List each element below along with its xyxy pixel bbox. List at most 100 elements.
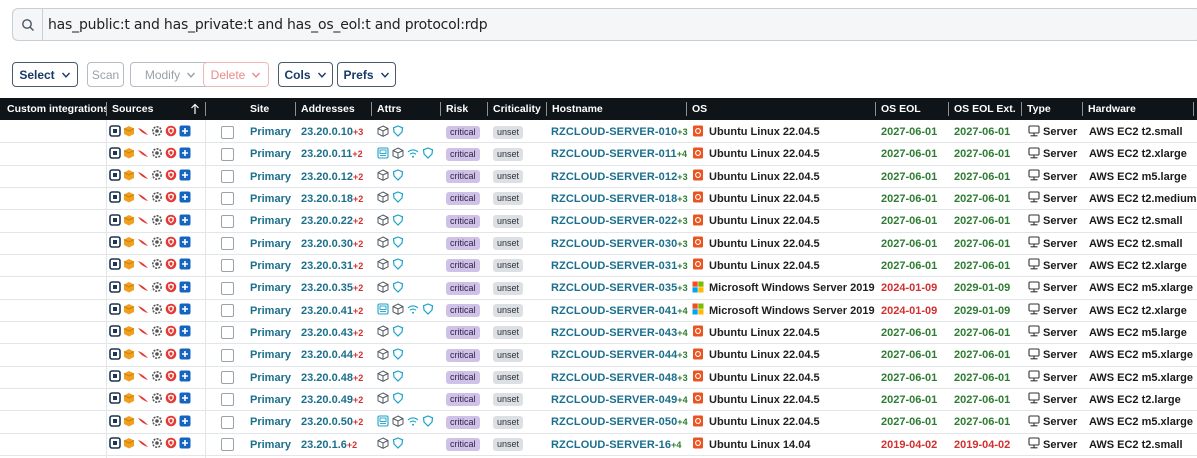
address-link[interactable]: 23.20.0.44 +2 [301,344,363,366]
address-link[interactable]: 23.20.0.12 +2 [301,166,363,188]
row-checkbox[interactable] [221,411,234,433]
table-row[interactable]: Primary 23.20.0.22 +2 critical unset RZCL… [0,210,1197,233]
address-link[interactable]: 23.20.0.43 +2 [301,322,363,344]
row-checkbox[interactable] [221,233,234,255]
hostname-link[interactable]: RZCLOUD-SERVER-049 +4 [551,389,688,411]
modify-button[interactable]: Modify [130,62,211,87]
sort-up-icon[interactable] [190,103,200,115]
address-link[interactable]: 23.20.0.41 +2 [301,300,363,322]
address-link[interactable]: 23.20.0.31 +2 [301,255,363,277]
table-row[interactable]: Primary 23.20.0.10 +3 critical unset RZCL… [0,121,1197,144]
delete-button[interactable]: Delete [203,62,269,87]
scan-button[interactable]: Scan [87,62,124,87]
site-link[interactable]: Primary [250,255,291,277]
hostname-link[interactable]: RZCLOUD-SERVER-035 +3 [551,277,688,299]
col-type[interactable]: Type [1022,98,1082,120]
address-link[interactable]: 23.20.0.35 +2 [301,277,363,299]
hostname-link[interactable]: RZCLOUD-SERVER-050 +4 [551,411,688,433]
site-link[interactable]: Primary [250,210,291,232]
hostname-link[interactable]: RZCLOUD-SERVER-16 +4 [551,434,682,456]
row-checkbox[interactable] [221,121,234,143]
hostname-link[interactable]: RZCLOUD-SERVER-011 +4 [551,143,687,165]
table-row[interactable]: Primary 23.20.0.31 +2 critical unset RZCL… [0,255,1197,278]
table-row[interactable]: Primary 23.20.0.18 +2 critical unset RZCL… [0,188,1197,211]
hostname-link[interactable]: RZCLOUD-SERVER-048 +3 [551,367,688,389]
row-checkbox[interactable] [221,434,234,456]
address-link[interactable]: 23.20.0.11 +2 [301,143,363,165]
cols-button[interactable]: Cols [278,62,333,87]
site-link[interactable]: Primary [250,166,291,188]
address-more-count: +2 [353,260,364,271]
table-row[interactable]: Primary 23.20.0.43 +2 critical unset RZCL… [0,322,1197,345]
table-row[interactable]: Primary 23.20.0.12 +2 critical unset RZCL… [0,166,1197,188]
site-link[interactable]: Primary [250,389,291,411]
site-link[interactable]: Primary [250,322,291,344]
col-hardware[interactable]: Hardware [1083,98,1193,120]
site-link[interactable]: Primary [250,300,291,322]
row-checkbox[interactable] [221,300,234,322]
hostname-link[interactable]: RZCLOUD-SERVER-022 +3 [551,210,688,232]
site-link[interactable]: Primary [250,277,291,299]
search-icon[interactable] [13,9,43,40]
hostname-link[interactable]: RZCLOUD-SERVER-041 +4 [551,300,688,322]
site-link[interactable]: Primary [250,434,291,456]
col-attrs[interactable]: Attrs [372,98,438,120]
col-os[interactable]: OS [687,98,875,120]
row-checkbox[interactable] [221,322,234,344]
hostname-link[interactable]: RZCLOUD-SERVER-010 +3 [551,121,688,143]
search-bar[interactable]: has_public:t and has_private:t and has_o… [12,8,1197,41]
table-row[interactable]: Primary 23.20.0.41 +2 critical unset RZCL… [0,300,1197,322]
col-custom-integrations[interactable]: Custom integrations [2,98,106,120]
row-checkbox[interactable] [221,166,234,188]
col-os-eol[interactable]: OS EOL [876,98,948,120]
col-sources[interactable]: Sources [107,98,192,120]
prefs-button[interactable]: Prefs [337,62,396,87]
hostname-link[interactable]: RZCLOUD-SERVER-031 +3 [551,255,688,277]
search-input[interactable]: has_public:t and has_private:t and has_o… [43,17,488,33]
address-link[interactable]: 23.20.0.18 +2 [301,188,363,210]
row-checkbox[interactable] [221,367,234,389]
table-row[interactable]: Primary 23.20.0.44 +2 critical unset RZCL… [0,344,1197,367]
aws-box-icon [123,348,135,363]
table-row[interactable]: Primary 23.20.0.50 +2 critical unset RZCL… [0,411,1197,434]
address-link[interactable]: 23.20.0.30 +2 [301,233,363,255]
table-row[interactable]: Primary 23.20.1.6 +2 critical unset RZCLO… [0,434,1197,456]
site-link[interactable]: Primary [250,367,291,389]
site-link[interactable]: Primary [250,188,291,210]
address-link[interactable]: 23.20.1.6 +2 [301,434,357,456]
address-link[interactable]: 23.20.0.10 +3 [301,121,363,143]
address-link[interactable]: 23.20.0.22 +2 [301,210,363,232]
select-button[interactable]: Select [12,62,78,87]
hostname-link[interactable]: RZCLOUD-SERVER-044 +3 [551,344,688,366]
hostname-link[interactable]: RZCLOUD-SERVER-018 +3 [551,188,688,210]
col-risk[interactable]: Risk [441,98,487,120]
site-link[interactable]: Primary [250,344,291,366]
hostname-link[interactable]: RZCLOUD-SERVER-012 +3 [551,166,688,188]
row-checkbox[interactable] [221,255,234,277]
row-checkbox[interactable] [221,143,234,165]
row-checkbox[interactable] [221,389,234,411]
col-hostname[interactable]: Hostname [547,98,685,120]
table-row[interactable]: Primary 23.20.0.30 +2 critical unset RZCL… [0,233,1197,255]
col-site[interactable]: Site [245,98,295,120]
site-link[interactable]: Primary [250,233,291,255]
col-criticality[interactable]: Criticality [488,98,546,120]
table-row[interactable]: Primary 23.20.0.11 +2 critical unset RZCL… [0,143,1197,166]
table-row[interactable]: Primary 23.20.0.35 +2 critical unset RZCL… [0,277,1197,300]
address-link[interactable]: 23.20.0.48 +2 [301,367,363,389]
col-addresses[interactable]: Addresses [296,98,370,120]
hostname-link[interactable]: RZCLOUD-SERVER-030 +3 [551,233,688,255]
site-link[interactable]: Primary [250,143,291,165]
row-checkbox[interactable] [221,210,234,232]
row-checkbox[interactable] [221,277,234,299]
address-link[interactable]: 23.20.0.50 +2 [301,411,363,433]
site-link[interactable]: Primary [250,411,291,433]
col-os-eol-ext[interactable]: OS EOL Ext. [949,98,1021,120]
hostname-link[interactable]: RZCLOUD-SERVER-043 +4 [551,322,688,344]
site-link[interactable]: Primary [250,121,291,143]
table-row[interactable]: Primary 23.20.0.49 +2 critical unset RZCL… [0,389,1197,412]
address-link[interactable]: 23.20.0.49 +2 [301,389,363,411]
row-checkbox[interactable] [221,344,234,366]
table-row[interactable]: Primary 23.20.0.48 +2 critical unset RZCL… [0,367,1197,389]
row-checkbox[interactable] [221,188,234,210]
